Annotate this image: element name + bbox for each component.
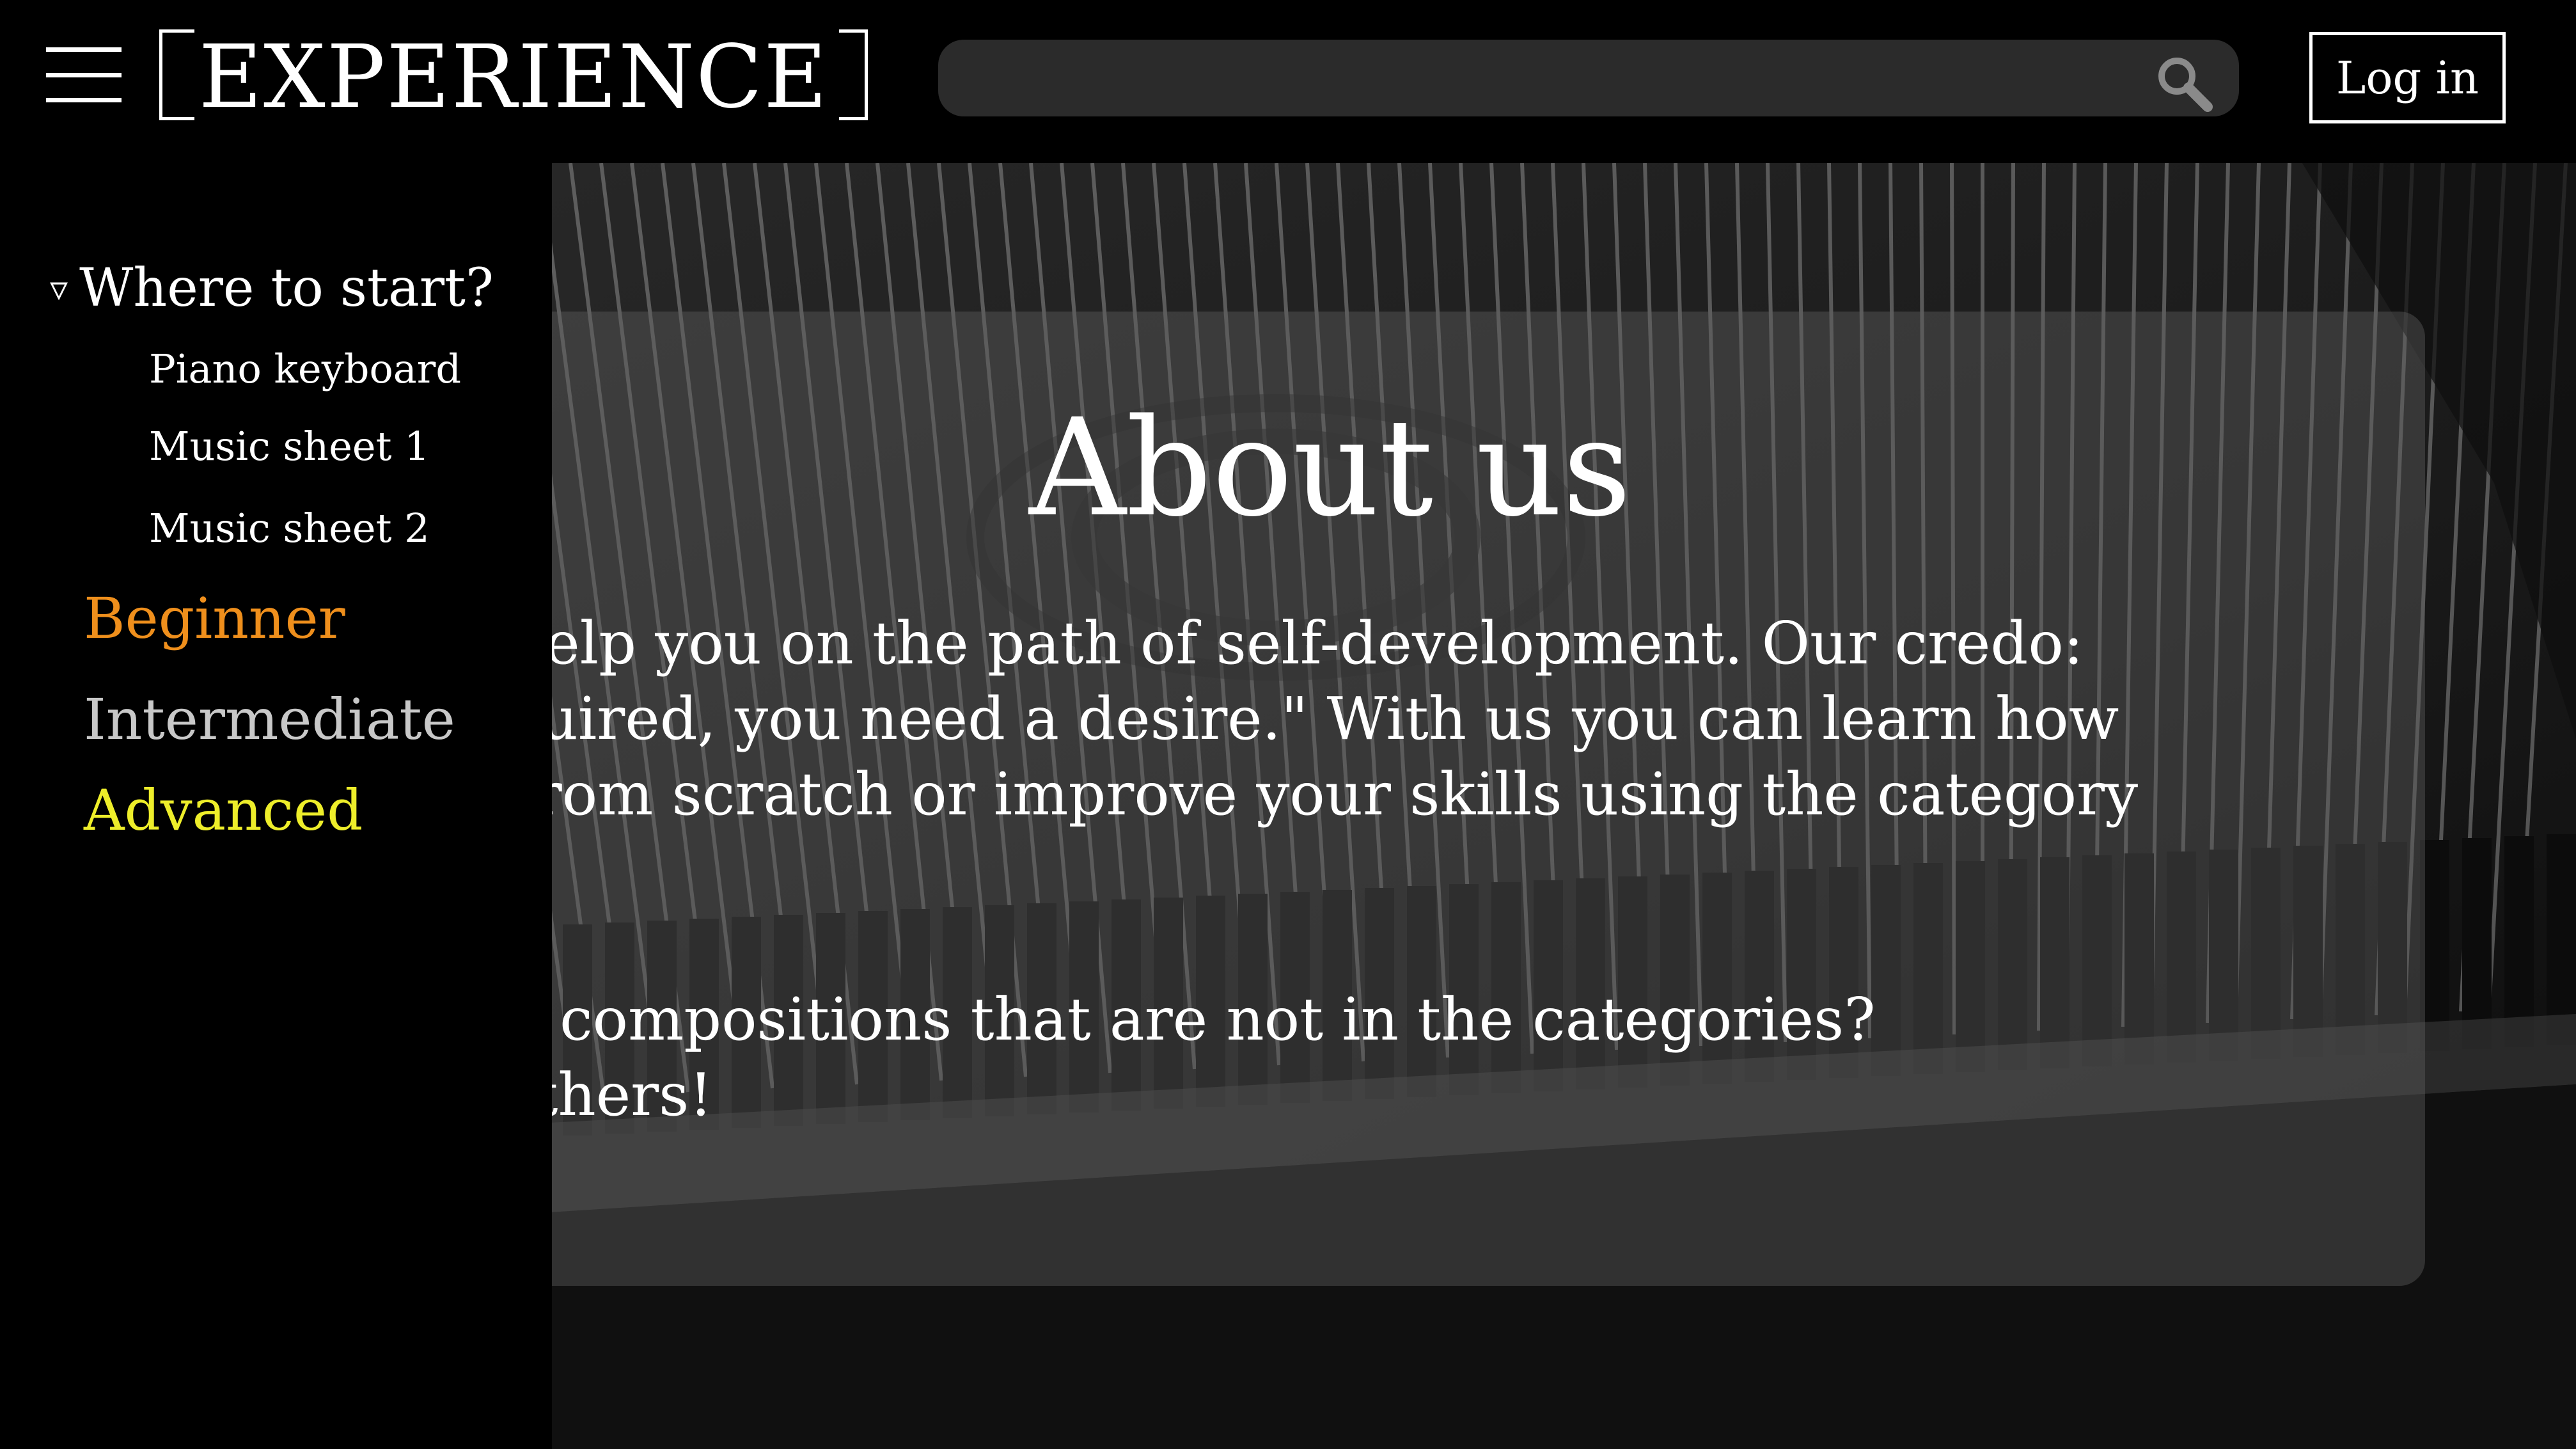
piano-damper [2504,836,2534,1047]
sidebar-section-where-to-start[interactable]: ▿ Where to start? [50,258,494,319]
search-bar[interactable] [938,40,2239,116]
site-logo[interactable]: EXPERIENCE [159,27,868,128]
sidebar-section-title: Where to start? [79,258,494,319]
about-line: here to help you on the path of self-dev… [275,609,2084,677]
piano-damper [2547,834,2576,1045]
about-card: About us here to help you on the path of… [275,312,2425,1286]
about-line: s not required, you need a desire." With… [275,685,2119,753]
triangle-down-icon: ▿ [50,268,68,310]
about-line: e piano from scratch or improve your ski… [275,760,2139,828]
hamburger-menu-icon[interactable] [46,46,122,104]
sidebar: ▿ Where to start? Piano keyboard Music sh… [0,163,552,1449]
sidebar-level-advanced[interactable]: Advanced [84,777,363,843]
sidebar-level-intermediate[interactable]: Intermediate [84,686,455,752]
sidebar-item-piano-keyboard[interactable]: Piano keyboard [149,345,461,392]
about-paragraph-1: here to help you on the path of self-dev… [275,606,2138,832]
piano-damper [2462,838,2492,1049]
login-button[interactable]: Log in [2309,32,2506,123]
search-icon[interactable] [2153,52,2217,116]
sidebar-item-music-sheet-1[interactable]: Music sheet 1 [149,423,430,470]
search-input[interactable] [964,52,2117,105]
logo-text: EXPERIENCE [198,27,829,128]
sidebar-level-beginner[interactable]: Beginner [84,585,345,651]
sidebar-item-music-sheet-2[interactable]: Music sheet 2 [149,505,430,551]
top-header: EXPERIENCE Log in [0,0,2576,163]
